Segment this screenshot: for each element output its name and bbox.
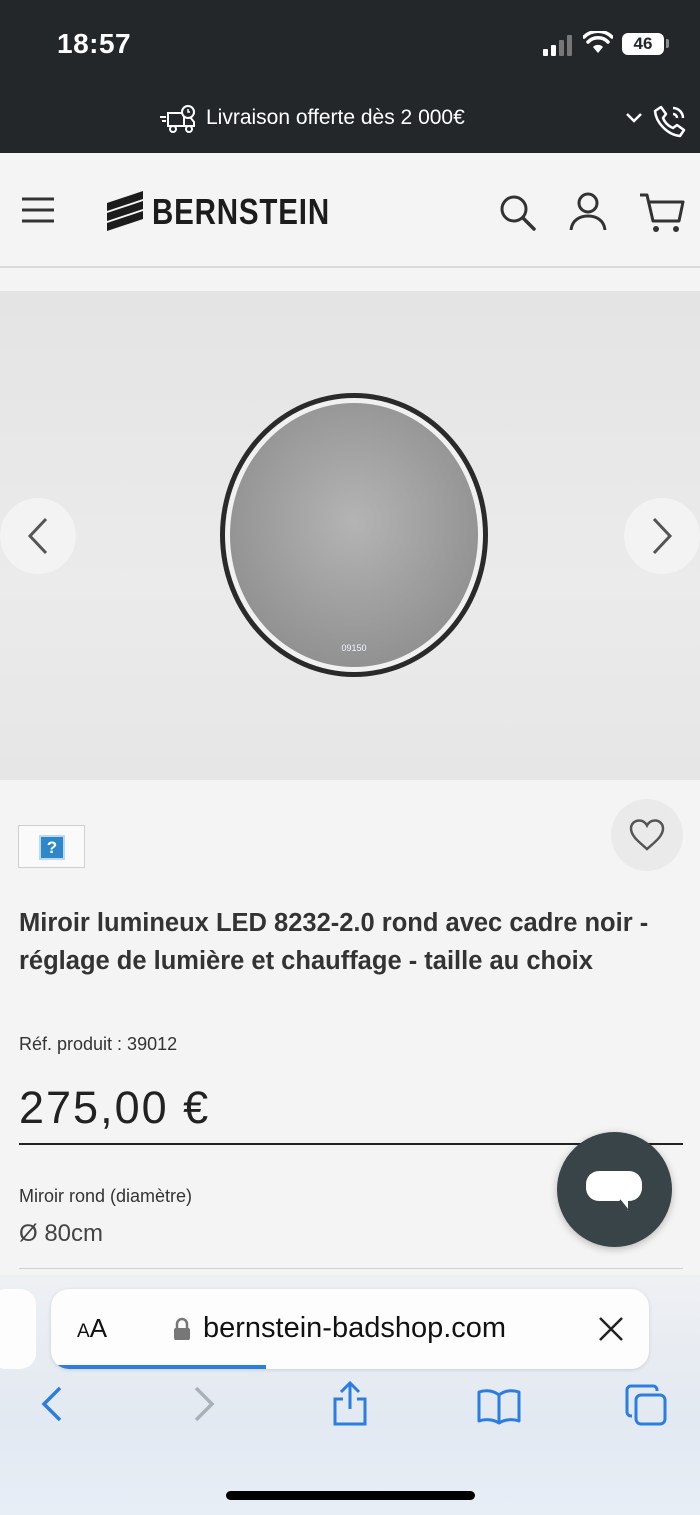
close-icon[interactable] — [597, 1315, 625, 1343]
product-title: Miroir lumineux LED 8232-2.0 rond avec c… — [19, 909, 649, 975]
address-bar[interactable]: AA bernstein-badshop.com — [51, 1289, 649, 1369]
previous-tab-peek[interactable] — [0, 1289, 36, 1369]
search-icon[interactable] — [498, 193, 538, 233]
tabs-icon[interactable] — [624, 1383, 668, 1427]
wishlist-button[interactable] — [611, 799, 683, 871]
promo-bar: Livraison offerte dès 2 000€ — [0, 90, 700, 153]
url-text[interactable]: bernstein-badshop.com — [203, 1312, 506, 1345]
product-image[interactable]: 09150 — [217, 390, 491, 680]
phone-icon[interactable] — [651, 102, 689, 140]
chat-button[interactable] — [557, 1132, 672, 1247]
promo-text: Livraison offerte dès 2 000€ — [206, 106, 465, 129]
product-price: 275,00 € — [19, 1082, 211, 1133]
home-indicator — [226, 1491, 475, 1500]
heart-icon — [629, 819, 665, 851]
delivery-truck-icon — [160, 105, 195, 133]
site-header: BERNSTEIN — [0, 153, 700, 268]
wifi-icon — [583, 31, 613, 53]
lock-icon — [174, 1317, 190, 1340]
gallery-next-button[interactable] — [624, 498, 700, 574]
chevron-down-icon[interactable] — [624, 110, 644, 124]
battery-icon: 46 — [622, 33, 664, 55]
chevron-right-icon — [652, 517, 673, 555]
brand-name[interactable]: BERNSTEIN — [152, 191, 330, 233]
variant-select[interactable]: Ø 80cm — [19, 1220, 103, 1248]
status-bar: 18:57 46 — [0, 0, 700, 90]
page-load-progress — [51, 1365, 267, 1369]
product-gallery[interactable]: 09150 — [0, 291, 700, 780]
chat-bubble-icon — [586, 1171, 642, 1211]
gallery-prev-button[interactable] — [0, 498, 76, 574]
bookmarks-icon[interactable] — [476, 1387, 522, 1425]
forward-icon[interactable] — [188, 1385, 218, 1423]
reader-options-button[interactable]: AA — [77, 1313, 107, 1344]
back-icon[interactable] — [38, 1385, 68, 1423]
image-thumbnail[interactable]: ? — [18, 825, 85, 868]
product-reference: Réf. produit : 39012 — [19, 1034, 178, 1054]
missing-image-icon: ? — [39, 835, 65, 860]
browser-toolbar-area: AA bernstein-badshop.com — [0, 1275, 700, 1515]
cellular-signal-icon — [543, 34, 575, 56]
account-icon[interactable] — [568, 191, 608, 233]
cart-icon[interactable] — [638, 191, 686, 235]
mirror-display: 09150 — [341, 643, 366, 653]
variant-label: Miroir rond (diamètre) — [19, 1186, 193, 1206]
variant-divider — [19, 1268, 683, 1269]
battery-tip — [666, 39, 669, 48]
bernstein-logo-icon[interactable] — [105, 189, 145, 233]
menu-icon[interactable] — [21, 196, 55, 224]
status-time: 18:57 — [57, 28, 132, 59]
share-icon[interactable] — [330, 1379, 370, 1427]
chevron-left-icon — [27, 517, 48, 555]
